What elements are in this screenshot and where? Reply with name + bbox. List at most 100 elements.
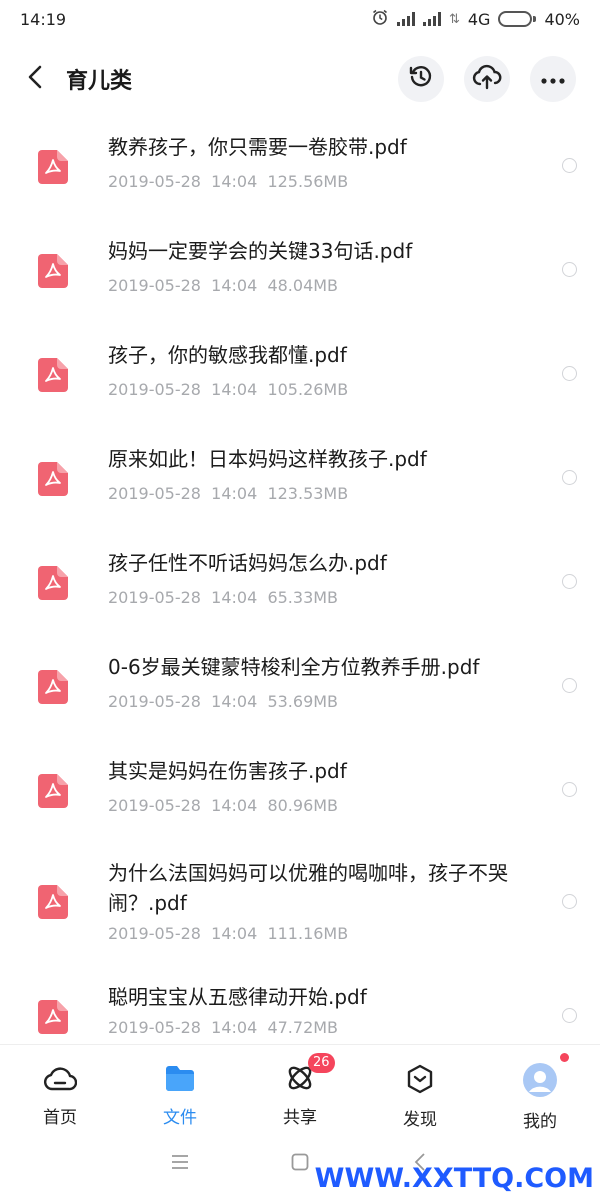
data-arrows-icon: ⇅ xyxy=(448,11,460,27)
file-name: 原来如此！日本妈妈这样教孩子.pdf xyxy=(108,447,427,471)
file-time: 14:04 xyxy=(211,484,258,503)
select-radio[interactable] xyxy=(562,574,577,589)
top-bar: 育儿类 xyxy=(0,46,600,112)
nav-home[interactable]: 首页 xyxy=(0,1045,120,1128)
pdf-file-icon xyxy=(38,885,68,919)
file-meta: 2019-05-28 14:04 80.96MB xyxy=(108,796,338,815)
discover-cube-icon xyxy=(404,1063,436,1099)
watermark: WWW.XXTTQ.COM xyxy=(314,1163,594,1194)
more-icon xyxy=(540,70,566,89)
file-row[interactable]: 孩子，你的敏感我都懂.pdf 2019-05-28 14:04 105.26MB xyxy=(0,320,600,424)
file-date: 2019-05-28 xyxy=(108,172,201,191)
menu-icon xyxy=(171,1154,189,1174)
bottom-nav: 首页 文件 26 共享 发现 我的 xyxy=(0,1044,600,1132)
file-row[interactable]: 聪明宝宝从五感律动开始.pdf 2019-05-28 14:04 47.72MB xyxy=(0,970,600,1044)
file-name: 教养孩子，你只需要一卷胶带.pdf xyxy=(108,135,407,159)
file-size: 47.72MB xyxy=(267,1018,339,1037)
select-radio[interactable] xyxy=(562,782,577,797)
nav-discover[interactable]: 发现 xyxy=(360,1045,480,1130)
history-icon xyxy=(408,64,434,94)
file-date: 2019-05-28 xyxy=(108,588,201,607)
file-name: 为什么法国妈妈可以优雅的喝咖啡，孩子不哭闹？.pdf xyxy=(108,861,508,915)
file-date: 2019-05-28 xyxy=(108,796,201,815)
home-square-icon xyxy=(291,1153,309,1175)
file-size: 105.26MB xyxy=(267,380,349,399)
nav-label: 发现 xyxy=(403,1110,437,1130)
file-size: 65.33MB xyxy=(267,588,339,607)
file-name: 其实是妈妈在伤害孩子.pdf xyxy=(108,759,347,783)
file-meta: 2019-05-28 14:04 105.26MB xyxy=(108,380,348,399)
file-size: 80.96MB xyxy=(267,796,339,815)
nav-label: 文件 xyxy=(163,1108,197,1128)
pdf-file-icon xyxy=(38,566,68,600)
nav-share[interactable]: 26 共享 xyxy=(240,1045,360,1128)
file-meta: 2019-05-28 14:04 123.53MB xyxy=(108,484,348,503)
file-meta: 2019-05-28 14:04 111.16MB xyxy=(108,924,348,943)
back-button[interactable] xyxy=(8,46,64,112)
file-meta: 2019-05-28 14:04 65.33MB xyxy=(108,588,338,607)
network-type: 4G xyxy=(467,9,491,29)
file-time: 14:04 xyxy=(211,172,258,191)
file-time: 14:04 xyxy=(211,692,258,711)
share-badge: 26 xyxy=(308,1053,335,1073)
file-meta: 2019-05-28 14:04 48.04MB xyxy=(108,276,338,295)
file-row[interactable]: 为什么法国妈妈可以优雅的喝咖啡，孩子不哭闹？.pdf 2019-05-28 14… xyxy=(0,840,600,970)
file-row[interactable]: 其实是妈妈在伤害孩子.pdf 2019-05-28 14:04 80.96MB xyxy=(0,736,600,840)
file-name: 孩子，你的敏感我都懂.pdf xyxy=(108,343,347,367)
file-row[interactable]: 0-6岁最关键蒙特梭利全方位教养手册.pdf 2019-05-28 14:04 … xyxy=(0,632,600,736)
file-name: 0-6岁最关键蒙特梭利全方位教养手册.pdf xyxy=(108,655,480,679)
more-button[interactable] xyxy=(530,56,576,102)
status-time: 14:19 xyxy=(20,9,67,29)
status-bar: 14:19 ⇅ 4G 40% xyxy=(0,0,600,38)
home-button[interactable] xyxy=(286,1150,314,1178)
file-name: 妈妈一定要学会的关键33句话.pdf xyxy=(108,239,413,263)
signal-icon xyxy=(396,12,415,26)
file-name: 孩子任性不听话妈妈怎么办.pdf xyxy=(108,551,387,575)
cloud-upload-button[interactable] xyxy=(464,56,510,102)
file-size: 123.53MB xyxy=(267,484,349,503)
pdf-file-icon xyxy=(38,670,68,704)
select-radio[interactable] xyxy=(562,470,577,485)
select-radio[interactable] xyxy=(562,158,577,173)
pdf-file-icon xyxy=(38,150,68,184)
file-meta: 2019-05-28 14:04 53.69MB xyxy=(108,692,338,711)
select-radio[interactable] xyxy=(562,366,577,381)
cloud-home-icon xyxy=(43,1063,78,1097)
file-time: 14:04 xyxy=(211,796,258,815)
nav-files[interactable]: 文件 xyxy=(120,1045,240,1128)
battery-percent: 40% xyxy=(544,9,580,29)
file-row[interactable]: 原来如此！日本妈妈这样教孩子.pdf 2019-05-28 14:04 123.… xyxy=(0,424,600,528)
file-date: 2019-05-28 xyxy=(108,484,201,503)
file-row[interactable]: 教养孩子，你只需要一卷胶带.pdf 2019-05-28 14:04 125.5… xyxy=(0,112,600,216)
pdf-file-icon xyxy=(38,1000,68,1034)
select-radio[interactable] xyxy=(562,678,577,693)
notification-dot xyxy=(560,1053,569,1062)
file-size: 111.16MB xyxy=(267,924,349,943)
file-size: 53.69MB xyxy=(267,692,339,711)
file-date: 2019-05-28 xyxy=(108,276,201,295)
select-radio[interactable] xyxy=(562,262,577,277)
file-row[interactable]: 妈妈一定要学会的关键33句话.pdf 2019-05-28 14:04 48.0… xyxy=(0,216,600,320)
back-icon xyxy=(25,64,47,94)
file-row[interactable]: 孩子任性不听话妈妈怎么办.pdf 2019-05-28 14:04 65.33M… xyxy=(0,528,600,632)
pdf-file-icon xyxy=(38,462,68,496)
file-meta: 2019-05-28 14:04 47.72MB xyxy=(108,1018,338,1037)
nav-label: 共享 xyxy=(283,1108,317,1128)
select-radio[interactable] xyxy=(562,894,577,909)
file-date: 2019-05-28 xyxy=(108,692,201,711)
nav-mine[interactable]: 我的 xyxy=(480,1045,600,1132)
nav-label: 首页 xyxy=(43,1108,77,1128)
signal-icon-2 xyxy=(422,12,441,26)
file-meta: 2019-05-28 14:04 125.56MB xyxy=(108,172,348,191)
page-title: 育儿类 xyxy=(66,69,133,94)
file-size: 48.04MB xyxy=(267,276,339,295)
pdf-file-icon xyxy=(38,774,68,808)
menu-button[interactable] xyxy=(166,1150,194,1178)
select-radio[interactable] xyxy=(562,1008,577,1023)
pdf-file-icon xyxy=(38,254,68,288)
history-button[interactable] xyxy=(398,56,444,102)
avatar-icon xyxy=(523,1063,557,1101)
file-time: 14:04 xyxy=(211,588,258,607)
alarm-icon xyxy=(371,8,389,30)
file-time: 14:04 xyxy=(211,276,258,295)
